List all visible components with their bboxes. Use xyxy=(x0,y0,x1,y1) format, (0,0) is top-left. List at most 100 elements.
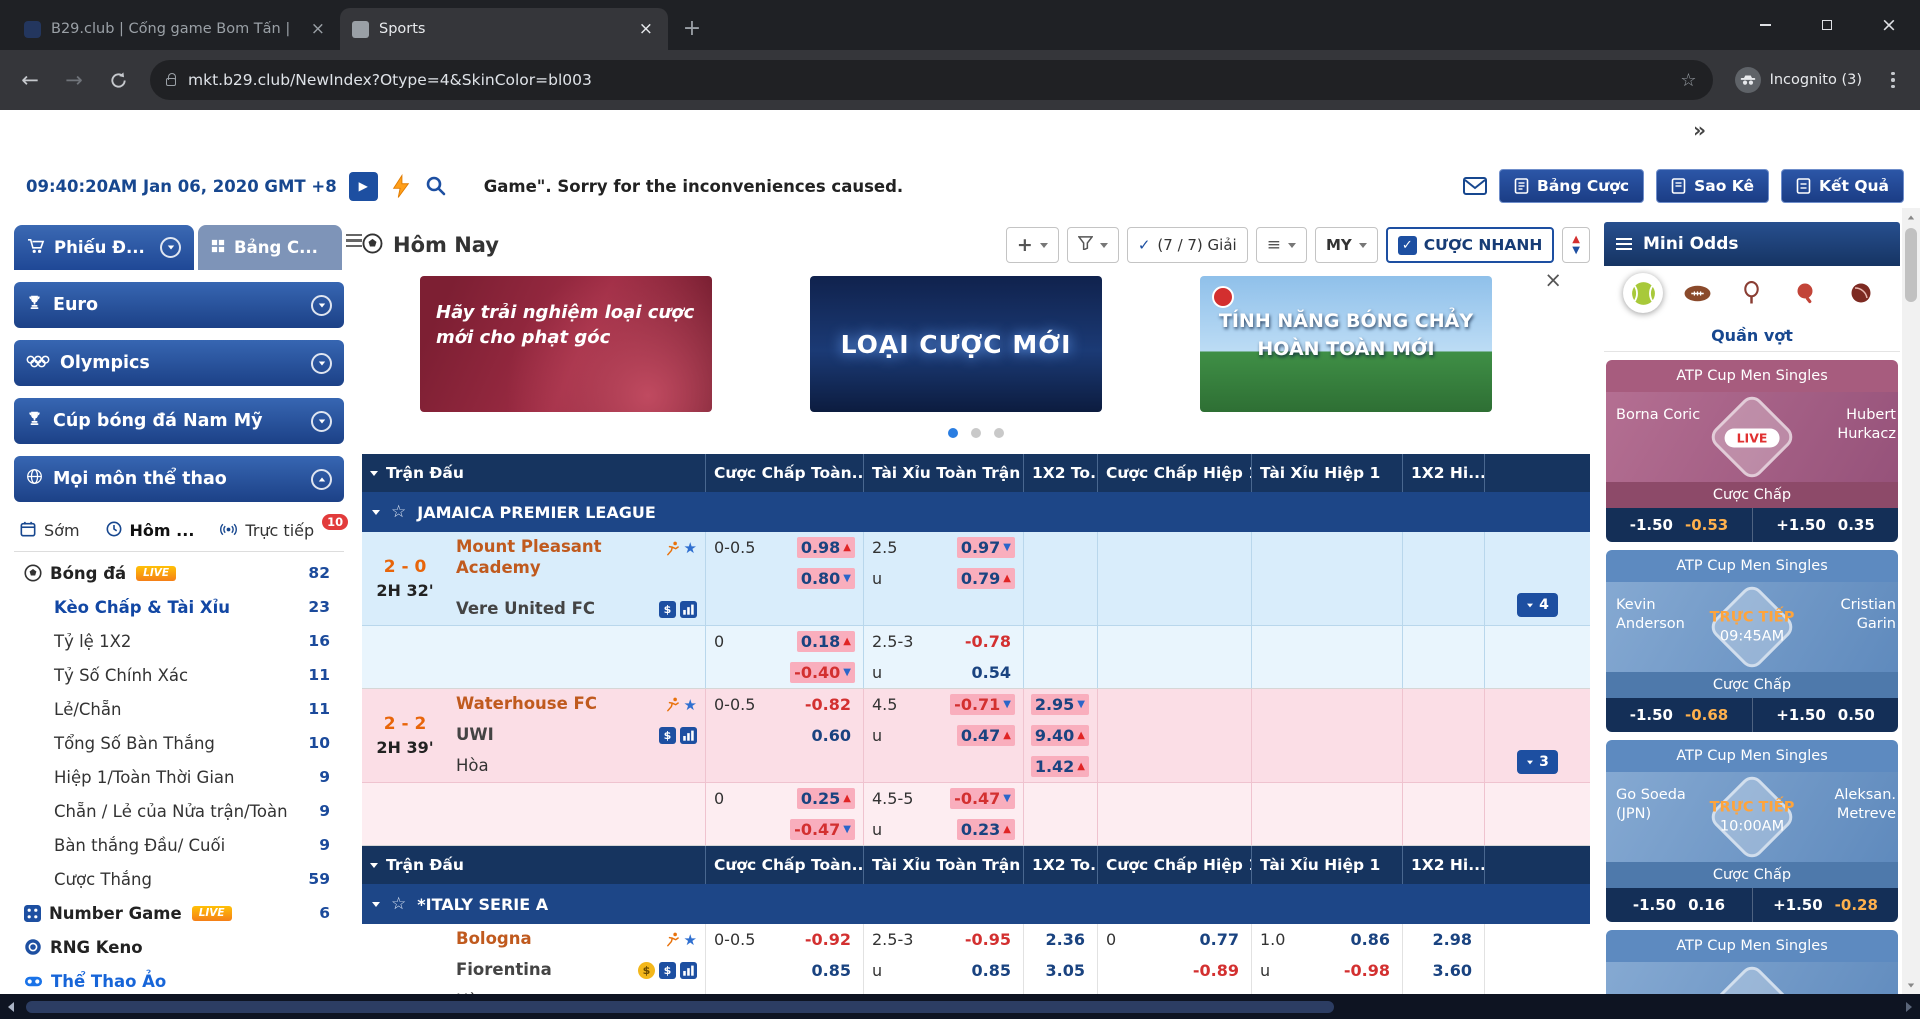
cricket-ball-icon[interactable] xyxy=(1841,273,1881,313)
column-header[interactable]: Trận Đấu xyxy=(362,846,706,884)
sidebar-item[interactable]: Cược Thắng59 xyxy=(14,862,344,896)
mini-odds-category[interactable]: Quần vợt xyxy=(1604,320,1900,352)
filter-button[interactable] xyxy=(1067,227,1119,263)
subtab-today[interactable]: Hôm ... xyxy=(106,521,195,541)
browser-tab-b29[interactable]: B29.club | Cổng game Bom Tấn | × xyxy=(12,8,340,50)
reload-button[interactable] xyxy=(100,62,136,98)
checkbox-checked-icon[interactable]: ✓ xyxy=(1398,236,1417,255)
lightning-icon[interactable] xyxy=(390,174,412,199)
league-bar[interactable]: ☆*ITALY SERIE A xyxy=(362,884,1590,924)
sidebar-section-south-america-cup[interactable]: Cúp bóng đá Nam Mỹ xyxy=(14,398,344,444)
odds-value[interactable]: -0.89 xyxy=(1189,960,1243,981)
sidebar-item[interactable]: Tỷ Số Chính Xác11 xyxy=(14,658,344,692)
sidebar-item[interactable]: Chẵn / Lẻ của Nửa trận/Toàn9 xyxy=(14,794,344,828)
scroll-up-button[interactable] xyxy=(1902,208,1920,226)
team-row[interactable]: UWI$ xyxy=(456,720,705,751)
add-view-button[interactable]: + xyxy=(1006,227,1059,263)
odds-value[interactable]: 0.25▲ xyxy=(797,788,855,809)
star-icon[interactable]: ☆ xyxy=(391,894,406,914)
display-mode-button[interactable]: ≡ xyxy=(1256,227,1307,263)
mini-odds-card[interactable]: ATP Cup Men SinglesBorna CoricLIVEHubert… xyxy=(1606,360,1898,542)
favorite-star-icon[interactable]: ★ xyxy=(684,696,697,714)
odds-value[interactable]: 0.23▲ xyxy=(957,819,1015,840)
dollar-icon[interactable]: $ xyxy=(659,962,676,979)
results-button[interactable]: Kết Quả xyxy=(1781,169,1904,203)
sidebar-item[interactable]: Tổng Số Bàn Thắng10 xyxy=(14,726,344,760)
odds-value[interactable]: 1.42▲ xyxy=(1031,756,1089,777)
table-tennis-icon[interactable] xyxy=(1786,273,1826,313)
browser-tab-sports[interactable]: Sports × xyxy=(340,8,668,50)
sidebar-item[interactable]: Hiệp 1/Toàn Thời Gian9 xyxy=(14,760,344,794)
tab-bet-slip[interactable]: Phiếu Đ... xyxy=(14,225,194,270)
team-row[interactable]: Bologna★ xyxy=(456,924,705,955)
mini-odds-value[interactable]: 0.50 xyxy=(1838,706,1875,724)
mini-odds-value[interactable]: -0.68 xyxy=(1685,706,1728,724)
coin-icon[interactable]: $ xyxy=(638,962,655,979)
mini-odds-card[interactable]: ATP Cup Men SinglesKevin AndersonTRỰC TI… xyxy=(1606,550,1898,732)
chevron-down-icon[interactable] xyxy=(372,510,380,515)
sidebar-collapse-handle[interactable] xyxy=(346,234,362,247)
favorite-star-icon[interactable]: ★ xyxy=(684,539,697,557)
scrollbar-thumb[interactable] xyxy=(26,1001,1334,1013)
odds-value[interactable]: -0.47▼ xyxy=(950,788,1015,809)
odds-value[interactable]: -0.82 xyxy=(801,694,855,715)
scrollbar-thumb[interactable] xyxy=(1905,228,1917,302)
odds-value[interactable]: -0.98 xyxy=(1340,960,1394,981)
banner-new-bet-types[interactable]: LOẠI CƯỢC MỚI xyxy=(810,276,1102,412)
sidebar-section-euro[interactable]: Euro xyxy=(14,282,344,328)
subtab-early[interactable]: Sớm xyxy=(20,521,80,541)
odds-value[interactable]: 0.80▼ xyxy=(797,568,855,589)
odds-value[interactable]: 0.97▼ xyxy=(957,537,1015,558)
chevron-down-icon[interactable] xyxy=(372,902,380,907)
leagues-filter-button[interactable]: ✓ (7 / 7) Giải xyxy=(1127,227,1248,263)
mini-odds-card[interactable]: ATP Cup Men SinglesTRỰC TIẾP xyxy=(1606,930,1898,994)
team-row[interactable]: Hòa xyxy=(456,986,705,994)
sort-button[interactable]: ▲▼ xyxy=(1562,227,1590,263)
carousel-dot[interactable] xyxy=(994,428,1004,438)
team-row[interactable]: Mount Pleasant Academy★ xyxy=(456,532,705,594)
odds-value[interactable]: -0.78 xyxy=(961,631,1015,652)
odds-value[interactable]: 3.60 xyxy=(1429,960,1476,981)
american-football-icon[interactable] xyxy=(1678,273,1718,313)
odds-value[interactable]: 0.85 xyxy=(968,960,1015,981)
stats-chart-icon[interactable] xyxy=(680,962,697,979)
favorite-star-icon[interactable]: ★ xyxy=(684,931,697,949)
bookmarks-overflow-chevron[interactable]: » xyxy=(1693,118,1706,142)
banner-baseball-feature[interactable]: TÍNH NĂNG BÓNG CHẢY HOÀN TOÀN MỚI xyxy=(1200,276,1492,412)
more-bets-badge[interactable]: 3 xyxy=(1517,750,1558,774)
menu-icon[interactable] xyxy=(1616,235,1632,253)
forward-button[interactable]: → xyxy=(56,62,92,98)
carousel-dot[interactable] xyxy=(948,428,958,438)
mini-odds-value[interactable]: -0.28 xyxy=(1835,896,1878,914)
odds-value[interactable]: 0.86 xyxy=(1347,929,1394,950)
statement-button[interactable]: Sao Kê xyxy=(1656,169,1769,203)
tab-bet-board[interactable]: Bảng C... xyxy=(198,225,342,270)
scroll-left-button[interactable] xyxy=(8,1002,14,1012)
subtab-live[interactable]: Trực tiếp 10 xyxy=(220,521,348,540)
sidebar-item[interactable]: Lẻ/Chẵn11 xyxy=(14,692,344,726)
sidebar-section-all-sports[interactable]: Mọi môn thể thao xyxy=(14,456,344,502)
odds-value[interactable]: -0.71▼ xyxy=(950,694,1015,715)
close-icon[interactable]: × xyxy=(1544,268,1562,292)
menu-kebab-icon[interactable] xyxy=(1878,72,1908,89)
play-button[interactable]: ▶ xyxy=(349,172,378,201)
team-row[interactable]: Waterhouse FC★ xyxy=(456,689,705,720)
odds-value[interactable]: 0.47▲ xyxy=(957,725,1015,746)
dollar-icon[interactable]: $ xyxy=(659,727,676,744)
mini-odds-value[interactable]: 0.35 xyxy=(1838,516,1875,534)
mini-odds-value[interactable]: -0.53 xyxy=(1685,516,1728,534)
sidebar-item[interactable]: Tỷ lệ 1X216 xyxy=(14,624,344,658)
stats-chart-icon[interactable] xyxy=(680,727,697,744)
sidebar-item[interactable]: Number GameLIVE6 xyxy=(14,896,344,930)
bookmark-star-icon[interactable]: ☆ xyxy=(1680,70,1696,91)
team-row[interactable]: Hòa xyxy=(456,751,705,782)
back-button[interactable]: ← xyxy=(12,62,48,98)
odds-value[interactable]: -0.95 xyxy=(961,929,1015,950)
odds-value[interactable]: 0.60 xyxy=(808,725,855,746)
stats-chart-icon[interactable] xyxy=(680,601,697,618)
close-button[interactable]: × xyxy=(1858,0,1920,50)
mail-icon[interactable] xyxy=(1463,177,1487,195)
scroll-down-button[interactable] xyxy=(1902,976,1920,994)
sidebar-item[interactable]: Kèo Chấp & Tài Xỉu23 xyxy=(14,590,344,624)
new-tab-button[interactable]: + xyxy=(674,10,710,46)
